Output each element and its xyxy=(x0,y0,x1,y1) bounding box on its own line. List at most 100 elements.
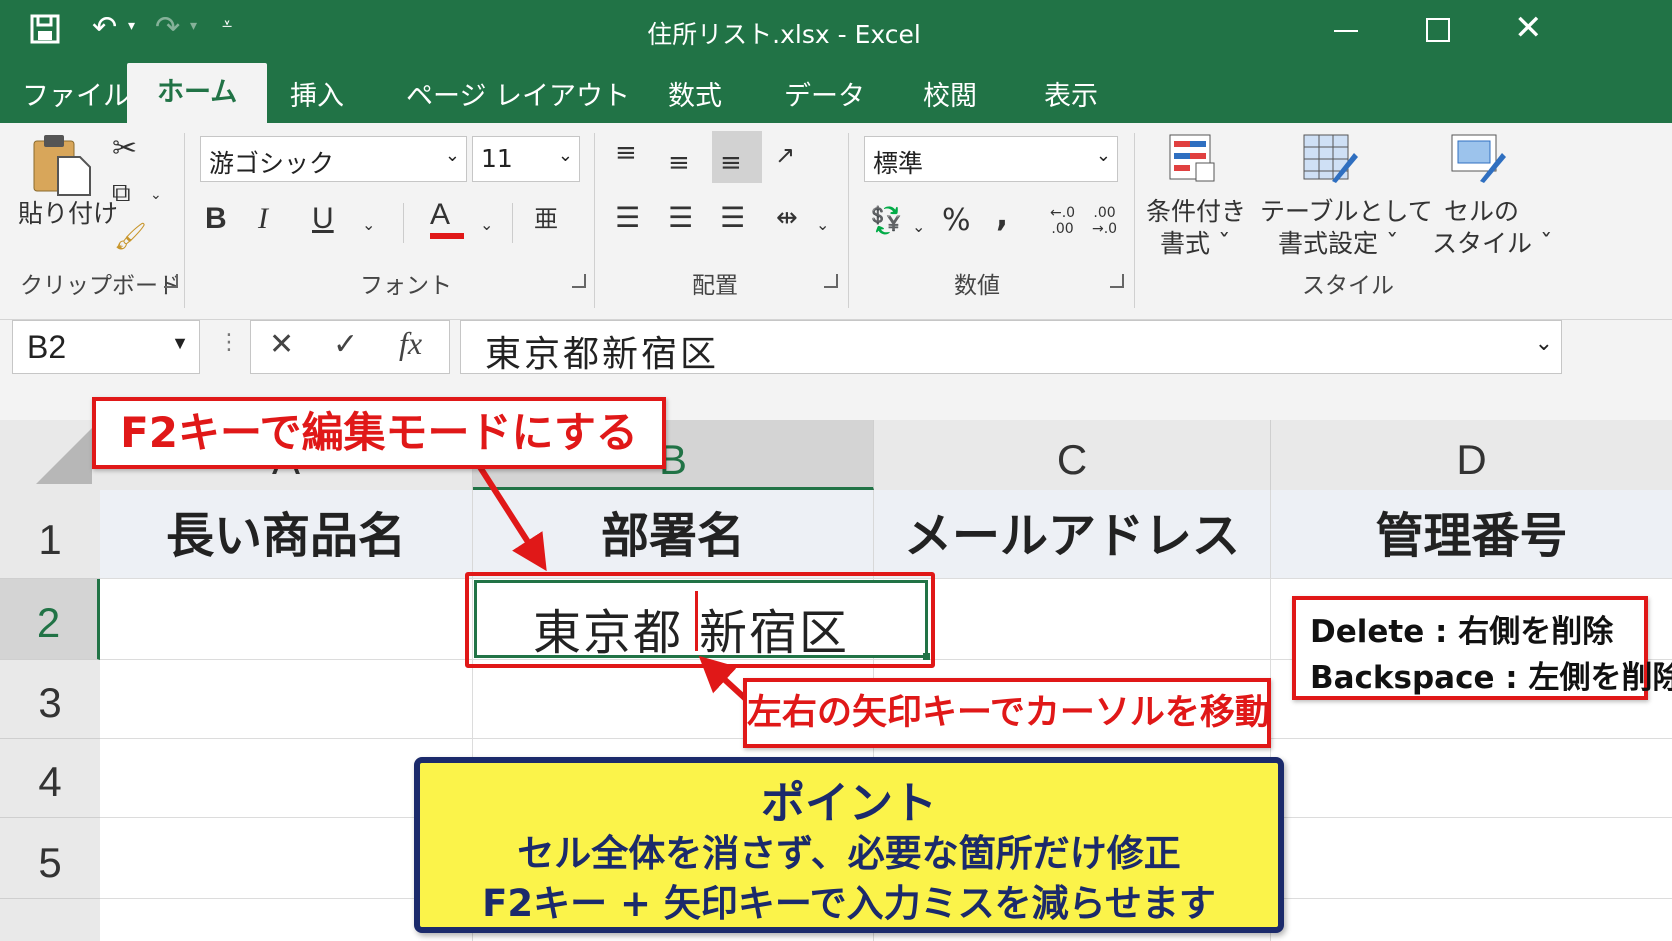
row-header-3[interactable]: 3 xyxy=(0,660,100,739)
cell-b2-text-before-cursor: 東京都 xyxy=(533,605,684,661)
select-all-button[interactable] xyxy=(0,420,101,490)
cancel-icon[interactable]: ✕ xyxy=(269,327,294,362)
tab-insert[interactable]: 挿入 xyxy=(290,74,344,113)
alignment-group-label: 配置 xyxy=(692,273,738,299)
cell-c1[interactable]: メールアドレス xyxy=(874,490,1271,578)
tab-data[interactable]: データ xyxy=(784,74,865,113)
column-header-d[interactable]: D xyxy=(1271,420,1672,490)
italic-button[interactable]: I xyxy=(258,199,268,239)
font-color-button[interactable]: A xyxy=(430,195,450,235)
copy-icon[interactable]: ⧉ xyxy=(112,173,131,213)
delete-backspace-callout: Delete : 右側を削除 Backspace : 左側を削除 xyxy=(1292,596,1672,700)
cell-b2[interactable]: 東京都 新宿区 xyxy=(474,580,930,661)
format-as-table-label-2[interactable]: 書式設定 ˇ xyxy=(1278,227,1398,261)
copy-dropdown-icon[interactable]: ⌄ xyxy=(150,175,162,215)
cell-b1[interactable]: 部署名 xyxy=(473,490,874,578)
cell-d1[interactable]: 管理番号 xyxy=(1271,490,1672,578)
cell-a1[interactable]: 長い商品名 xyxy=(100,490,473,578)
conditional-formatting-label-2[interactable]: 書式 ˇ xyxy=(1160,227,1230,261)
conditional-formatting-icon[interactable] xyxy=(1168,133,1218,185)
point-line-1: セル全体を消さず、必要な箇所だけ修正 xyxy=(517,832,1181,875)
align-right-icon[interactable]: ☰ xyxy=(720,198,745,238)
tab-home[interactable]: ホーム xyxy=(127,63,268,123)
chevron-down-icon: ⌄ xyxy=(444,145,460,166)
paste-label[interactable]: 貼り付け xyxy=(18,197,118,231)
cell-styles-label-1[interactable]: セルの xyxy=(1444,195,1519,229)
underline-button[interactable]: U xyxy=(312,199,334,239)
number-launcher-icon[interactable] xyxy=(1110,274,1124,288)
tab-view[interactable]: 表示 xyxy=(1044,74,1098,113)
tab-review[interactable]: 校閲 xyxy=(923,74,977,113)
font-launcher-icon[interactable] xyxy=(572,274,586,288)
conditional-formatting-label-1[interactable]: 条件付き xyxy=(1146,195,1246,229)
arrow-keys-callout: 左右の矢印キーでカーソルを移動 xyxy=(743,678,1271,748)
format-as-table-label-1[interactable]: テーブルとして xyxy=(1260,195,1433,229)
formula-buttons: ✕ ✓ fx xyxy=(250,320,450,374)
align-top-icon[interactable]: ≡ xyxy=(615,133,637,173)
formula-bar-grip-icon[interactable]: ⋮ xyxy=(218,330,240,355)
row-header-2[interactable]: 2 xyxy=(0,579,100,660)
formula-input[interactable]: 東京都新宿区 ⌄ xyxy=(460,320,1562,375)
cell-styles-label-2[interactable]: スタイル ˇ xyxy=(1432,227,1552,261)
number-group-label: 数値 xyxy=(954,273,1000,299)
alignment-launcher-icon[interactable] xyxy=(824,274,838,288)
fill-handle[interactable] xyxy=(923,653,930,660)
chevron-down-icon: ⌄ xyxy=(1095,145,1111,166)
accounting-format-icon[interactable]: 💱 xyxy=(870,201,902,241)
align-center-icon[interactable]: ☰ xyxy=(668,198,693,238)
maximize-icon[interactable] xyxy=(1426,18,1450,42)
ribbon-home: 貼り付け ✂ ⧉ ⌄ 🖌 クリップボード 游ゴシック ⌄ 11 ⌄ B I U … xyxy=(0,123,1672,320)
font-name-value: 游ゴシック xyxy=(209,149,335,178)
align-middle-icon[interactable]: ≡ xyxy=(668,143,690,183)
text-cursor xyxy=(695,591,698,651)
align-left-icon[interactable]: ☰ xyxy=(615,198,640,238)
font-size-value: 11 xyxy=(481,144,513,173)
tab-formulas[interactable]: 数式 xyxy=(668,74,722,113)
align-bottom-icon[interactable]: ≡ xyxy=(720,143,742,183)
merge-cells-icon[interactable]: ⇹ xyxy=(776,198,798,238)
row-header-5[interactable]: 5 xyxy=(0,818,100,899)
enter-icon[interactable]: ✓ xyxy=(333,327,358,362)
point-title: ポイント xyxy=(761,778,937,829)
row-header-4[interactable]: 4 xyxy=(0,739,100,818)
font-color-swatch xyxy=(430,233,464,239)
window-title: 住所リスト.xlsx - Excel xyxy=(647,20,921,49)
comma-button[interactable]: , xyxy=(996,195,1008,235)
merge-dropdown-icon[interactable]: ⌄ xyxy=(816,205,829,245)
insert-function-button[interactable]: fx xyxy=(399,325,422,362)
column-header-c[interactable]: C xyxy=(874,420,1271,490)
cut-icon[interactable]: ✂ xyxy=(112,129,137,169)
bold-button[interactable]: B xyxy=(205,199,227,239)
phonetic-icon[interactable]: 亜 xyxy=(534,199,558,239)
accounting-dropdown-icon[interactable]: ⌄ xyxy=(912,207,925,247)
increase-decimal-icon[interactable]: ←.0.00 xyxy=(1050,205,1075,237)
ribbon-tabs: ファイル ホーム 挿入 ページ レイアウト 数式 データ 校閲 表示 xyxy=(0,60,1672,123)
font-name-select[interactable]: 游ゴシック ⌄ xyxy=(200,136,467,182)
number-format-select[interactable]: 標準 ⌄ xyxy=(864,136,1118,182)
delete-line: Delete : 右側を削除 xyxy=(1310,614,1614,650)
row-header-1[interactable]: 1 xyxy=(0,490,100,579)
f2-mode-callout: F2キーで編集モードにする xyxy=(92,397,666,469)
font-size-select[interactable]: 11 ⌄ xyxy=(472,136,580,182)
tab-page-layout[interactable]: ページ レイアウト xyxy=(406,74,630,113)
orientation-icon[interactable]: ↗ xyxy=(775,135,795,175)
font-group-label: フォント xyxy=(360,273,452,299)
cell-styles-icon[interactable] xyxy=(1450,133,1506,185)
paste-icon[interactable] xyxy=(30,131,92,197)
close-icon[interactable]: ✕ xyxy=(1514,8,1543,48)
name-box-dropdown-icon[interactable]: ▼ xyxy=(171,333,189,354)
decrease-decimal-icon[interactable]: .00 →.0 xyxy=(1092,205,1117,237)
clipboard-launcher-icon[interactable] xyxy=(164,274,178,288)
format-painter-icon[interactable]: 🖌 xyxy=(114,217,147,257)
percent-button[interactable]: % xyxy=(942,201,971,241)
name-box-value: B2 xyxy=(27,329,67,365)
minimize-icon[interactable] xyxy=(1334,30,1358,32)
font-color-dropdown-icon[interactable]: ⌄ xyxy=(480,205,493,245)
expand-formula-bar-icon[interactable]: ⌄ xyxy=(1535,331,1553,356)
name-box[interactable]: B2 ▼ xyxy=(12,320,200,374)
point-line-2: F2キー + 矢印キーで入力ミスを減らせます xyxy=(482,882,1216,925)
underline-dropdown-icon[interactable]: ⌄ xyxy=(362,205,375,245)
point-box: ポイント セル全体を消さず、必要な箇所だけ修正 F2キー + 矢印キーで入力ミス… xyxy=(414,757,1284,933)
tab-file[interactable]: ファイル xyxy=(22,74,130,113)
format-as-table-icon[interactable] xyxy=(1302,133,1358,185)
